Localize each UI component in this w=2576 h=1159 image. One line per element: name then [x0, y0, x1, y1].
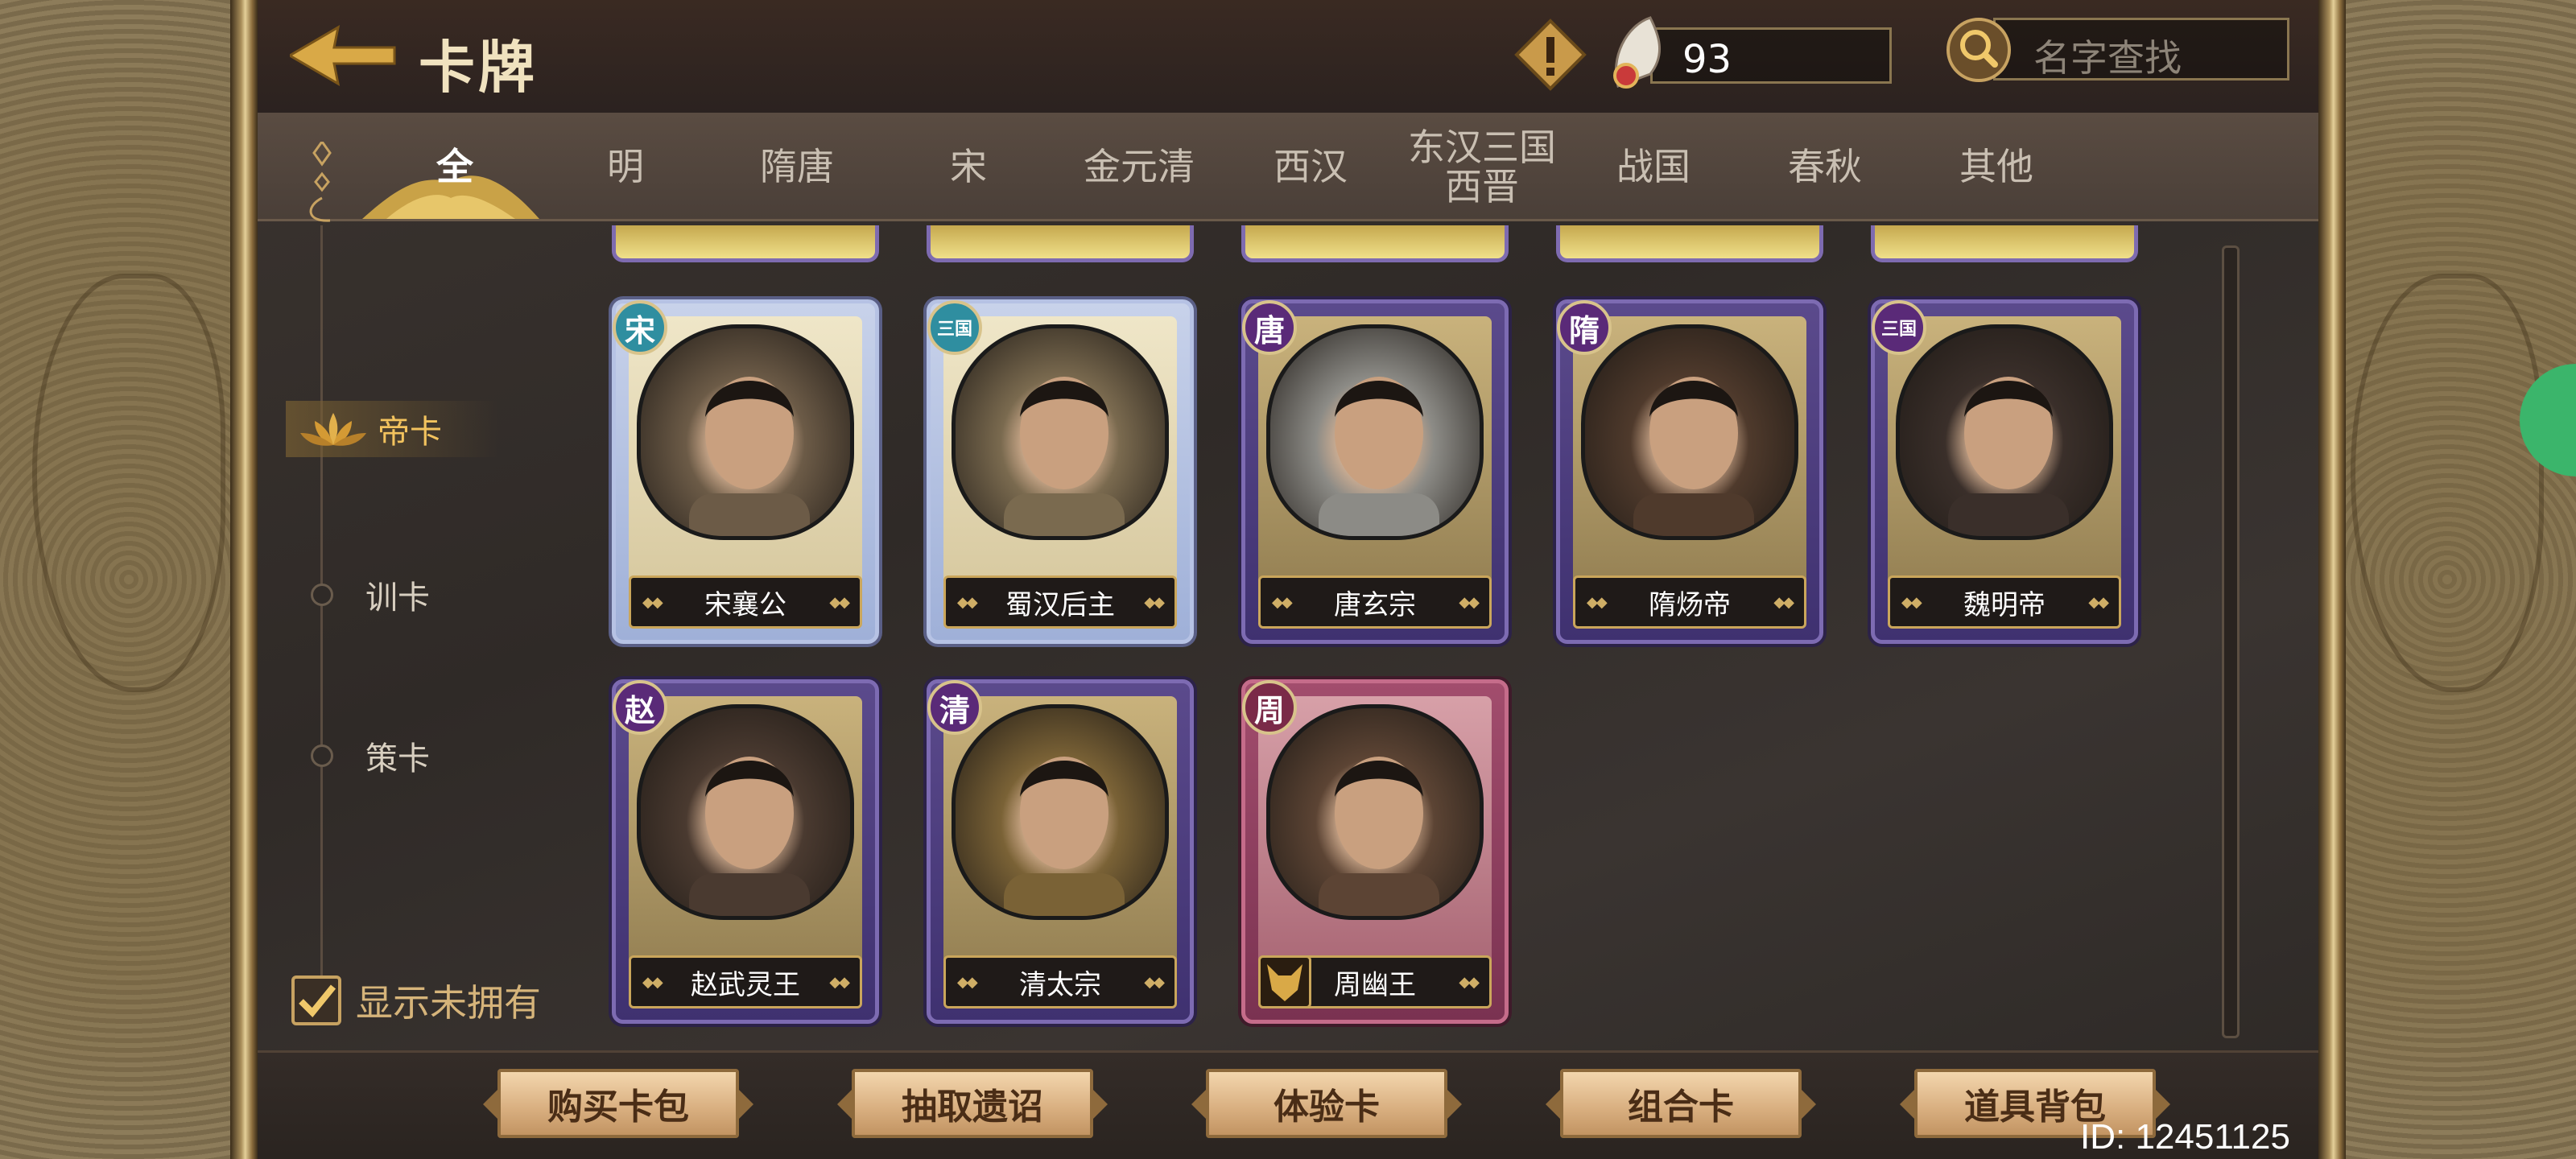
hero-portrait [1896, 324, 2113, 540]
hero-card[interactable]: 周周幽王 [1241, 679, 1509, 1024]
dragon-ornament [32, 274, 225, 692]
hero-card[interactable]: 宋宋襄公 [612, 299, 879, 644]
bottom-action-button[interactable]: 体验卡 [1191, 1069, 1462, 1138]
checkmark-icon [299, 984, 336, 1017]
hero-name: 隋炀帝 [1573, 575, 1806, 629]
search-placeholder: 名字查找 [2033, 36, 2182, 80]
hero-portrait [1581, 324, 1798, 540]
search-icon [1946, 18, 2011, 82]
tab-era[interactable]: 春秋 [1740, 113, 1909, 221]
category-label: 训卡 [365, 580, 430, 617]
hero-portrait [952, 324, 1169, 540]
tab-era[interactable]: 明 [541, 113, 710, 221]
tab-era[interactable]: 东汉三国 西晋 [1397, 113, 1567, 221]
tab-era[interactable]: 西汉 [1226, 113, 1395, 221]
currency-display: 93 [1602, 10, 1892, 98]
hero-name: 唐玄宗 [1258, 575, 1492, 629]
hero-card[interactable]: 三国魏明帝 [1871, 299, 2138, 644]
partial-card[interactable] [927, 225, 1194, 262]
hero-card[interactable]: 赵赵武灵王 [612, 679, 879, 1024]
partial-card[interactable] [1241, 225, 1509, 262]
hero-name: 清太宗 [943, 955, 1177, 1008]
hero-portrait [637, 324, 854, 540]
hero-card[interactable]: 清清太宗 [927, 679, 1194, 1024]
timeline-dot [311, 744, 333, 767]
search-control[interactable]: 名字查找 [1945, 18, 2289, 82]
tab-era[interactable]: 宋 [884, 113, 1053, 221]
card-grid-scrollbar[interactable] [2222, 245, 2240, 1038]
timeline-ornament-icon [298, 139, 346, 230]
era-badge: 周 [1242, 680, 1297, 735]
hero-card[interactable]: 隋隋炀帝 [1556, 299, 1823, 644]
hero-card[interactable]: 三国蜀汉后主 [927, 299, 1194, 644]
hero-name: 蜀汉后主 [943, 575, 1177, 629]
category-strategy-card[interactable]: 策卡 [311, 732, 430, 779]
show-unowned-label: 显示未拥有 [356, 981, 541, 1025]
tab-era[interactable]: 全 [370, 113, 539, 221]
era-badge: 宋 [613, 300, 667, 355]
era-badge: 隋 [1557, 300, 1612, 355]
category-label: 帝卡 [378, 414, 442, 451]
category-emperor-card[interactable]: 帝卡 [286, 401, 498, 457]
partial-card[interactable] [1556, 225, 1823, 262]
fox-emblem-icon [1258, 955, 1311, 1008]
show-unowned-toggle[interactable]: 显示未拥有 [291, 974, 541, 1027]
user-id: ID: 12451125 [2080, 1117, 2290, 1157]
right-ornate-border [2318, 0, 2576, 1159]
bottom-action-button[interactable]: 购买卡包 [483, 1069, 753, 1138]
hero-name: 魏明帝 [1888, 575, 2121, 629]
tab-era[interactable]: 其他 [1912, 113, 2081, 221]
era-badge: 唐 [1242, 300, 1297, 355]
lotus-icon [300, 413, 366, 446]
bottom-action-button[interactable]: 组合卡 [1546, 1069, 1816, 1138]
currency-value: 93 [1682, 37, 1732, 82]
back-arrow-icon[interactable] [287, 19, 402, 92]
partial-card[interactable] [612, 225, 879, 262]
feather-token-icon [1613, 16, 1662, 89]
category-label: 策卡 [365, 740, 430, 777]
era-badge: 三国 [1872, 300, 1926, 355]
hero-portrait [1266, 704, 1484, 920]
era-badge: 清 [927, 680, 982, 735]
hero-portrait [952, 704, 1169, 920]
show-unowned-checkbox[interactable] [291, 975, 341, 1025]
left-ornate-border [0, 0, 258, 1159]
page-title: 卡牌 [419, 34, 538, 101]
era-badge: 三国 [927, 300, 982, 355]
category-training-card[interactable]: 训卡 [311, 571, 430, 618]
hero-portrait [1266, 324, 1484, 540]
tab-era[interactable]: 金元清 [1055, 113, 1224, 221]
timeline-dot [311, 584, 333, 606]
hero-name: 宋襄公 [629, 575, 862, 629]
bottom-action-button[interactable]: 抽取遗诏 [837, 1069, 1108, 1138]
hero-card[interactable]: 唐唐玄宗 [1241, 299, 1509, 644]
alert-icon[interactable] [1513, 18, 1587, 92]
partial-card[interactable] [1871, 225, 2138, 262]
hero-name: 赵武灵王 [629, 955, 862, 1008]
hero-portrait [637, 704, 854, 920]
tab-era[interactable]: 战国 [1569, 113, 1738, 221]
era-badge: 赵 [613, 680, 667, 735]
tab-era[interactable]: 隋唐 [712, 113, 881, 221]
dragon-ornament [2351, 274, 2544, 692]
